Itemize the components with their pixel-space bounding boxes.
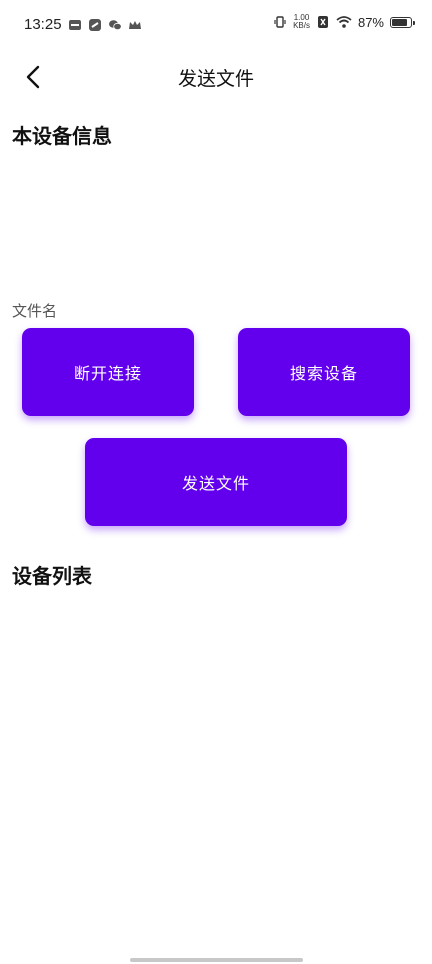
file-name-label: 文件名: [12, 302, 58, 320]
app-bar: 发送文件: [0, 52, 432, 100]
status-system-icons: 1.00 KB/s 87%: [273, 14, 415, 30]
battery-fill: [392, 18, 408, 26]
network-speed: 1.00 KB/s: [293, 14, 310, 30]
device-info-heading: 本设备信息: [12, 124, 112, 148]
sim-off-icon: [317, 16, 328, 28]
device-list-heading: 设备列表: [12, 564, 92, 588]
vibrate-icon: [274, 16, 286, 28]
home-indicator[interactable]: [130, 958, 303, 962]
status-time: 13:25: [24, 16, 62, 33]
battery-icon: [390, 16, 415, 28]
network-speed-unit: KB/s: [293, 21, 310, 30]
disconnect-button[interactable]: 断开连接: [22, 328, 194, 416]
search-devices-button[interactable]: 搜索设备: [238, 328, 410, 416]
app-notification-icon: [69, 20, 81, 30]
wifi-icon: [336, 16, 352, 28]
crown-icon: [129, 21, 141, 29]
send-file-button[interactable]: 发送文件: [85, 438, 347, 526]
status-bar: 13:25 1.00 KB/s 87%: [0, 0, 432, 52]
device-list: [0, 600, 432, 940]
page-title: 发送文件: [177, 68, 254, 90]
wechat-icon: [109, 20, 122, 31]
sync-icon: [89, 19, 101, 31]
battery-percent: 87%: [357, 14, 384, 30]
status-notification-icons: [68, 18, 142, 32]
